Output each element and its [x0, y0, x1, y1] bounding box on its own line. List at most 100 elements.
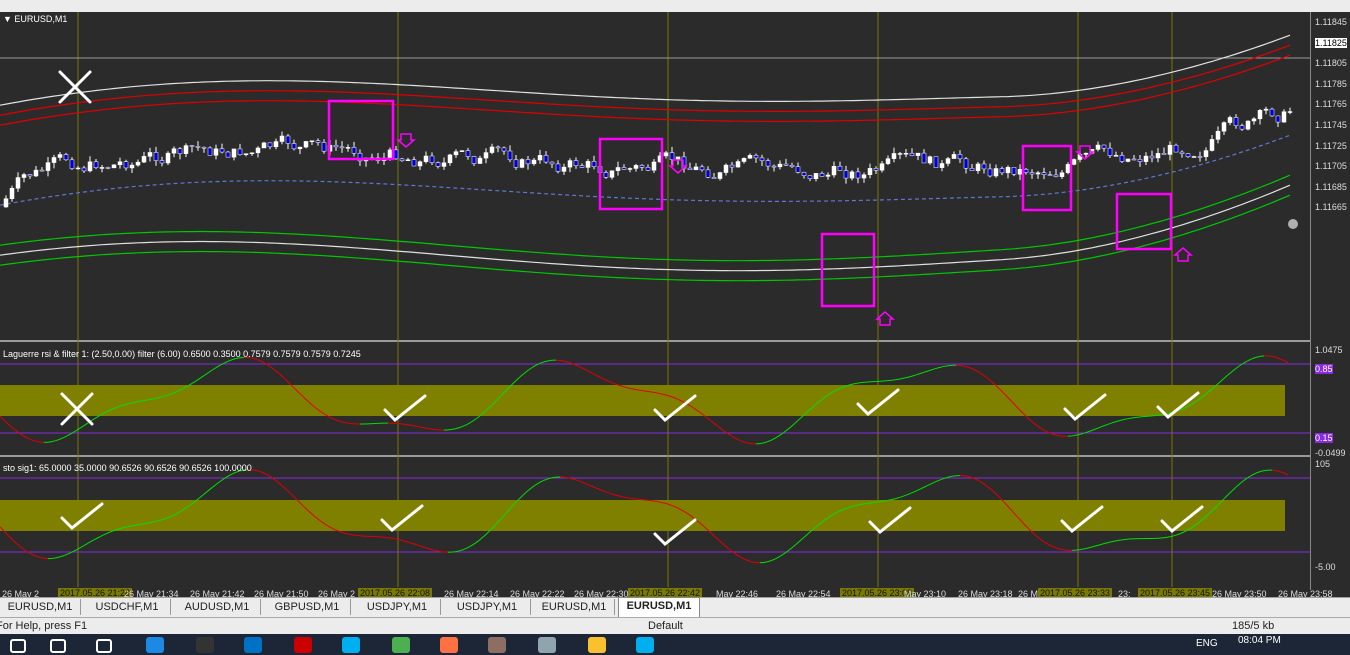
stochastic-line — [1047, 543, 1053, 547]
laguerre-line — [983, 375, 989, 379]
laguerre-line — [727, 433, 733, 437]
skype2-icon[interactable] — [636, 637, 654, 653]
chart-tab[interactable]: USDCHF,M1 — [84, 599, 171, 615]
price-tick-label: 1.11845 — [1315, 17, 1347, 27]
candle-body — [141, 156, 147, 163]
laguerre-line — [643, 390, 649, 392]
start-icon[interactable] — [10, 639, 26, 653]
stochastic-line — [991, 489, 997, 495]
candle-body — [549, 161, 555, 165]
candle-body — [615, 167, 621, 171]
candle-body — [729, 164, 735, 168]
record-icon[interactable] — [294, 637, 312, 653]
laguerre-line — [1271, 355, 1277, 358]
stochastic-line — [543, 478, 549, 481]
chart-tab[interactable]: GBPUSD,M1 — [264, 599, 351, 615]
stochastic-line — [79, 545, 85, 549]
price-axis[interactable]: 1.11845 1.11825 1.11805 1.11785 1.11765 1.117… — [1310, 12, 1350, 590]
laguerre-line — [223, 360, 229, 364]
outlook-icon[interactable] — [244, 637, 262, 653]
stochastic-line — [255, 469, 261, 472]
laguerre-line — [1255, 355, 1261, 358]
laguerre-line — [1235, 365, 1241, 369]
upper-band-inner — [0, 54, 1291, 126]
chart-tab[interactable]: AUDUSD,M1 — [174, 599, 261, 615]
highlight-box — [1021, 144, 1073, 212]
candle-body — [465, 150, 471, 157]
stochastic-line — [595, 487, 601, 491]
laguerre-line — [739, 439, 745, 443]
laguerre-line — [415, 425, 421, 428]
stochastic-line — [715, 537, 721, 542]
chart-tab[interactable]: EURUSD,M1 — [618, 597, 700, 617]
laguerre-line — [215, 364, 221, 369]
stochastic-line — [95, 536, 101, 540]
stochastic-line — [863, 502, 869, 505]
language-indicator[interactable]: ENG — [1196, 638, 1218, 649]
stochastic-line — [967, 476, 973, 479]
laguerre-line — [519, 373, 525, 378]
laguerre-tick-label: 0.85 — [1315, 364, 1333, 374]
explorer-icon[interactable] — [588, 637, 606, 653]
stochastic-line — [259, 471, 265, 474]
stochastic-tick-label: 105 — [1315, 459, 1331, 469]
chart-tab[interactable]: USDJPY,M1 — [354, 599, 441, 615]
stochastic-line — [727, 547, 733, 552]
store-icon[interactable] — [196, 637, 214, 653]
stochastic-line — [203, 490, 209, 495]
edge-icon[interactable] — [146, 637, 164, 653]
chart-tab[interactable]: EURUSD,M1 — [0, 599, 81, 615]
skype-icon[interactable] — [342, 637, 360, 653]
stochastic-line — [799, 536, 805, 542]
laguerre-line — [967, 366, 973, 370]
stochastic-line — [15, 542, 21, 547]
search-icon[interactable] — [50, 639, 66, 653]
task-view-icon[interactable] — [96, 639, 112, 653]
stochastic-label: sto sig1: 65.0000 35.0000 90.6526 90.652… — [3, 463, 252, 473]
laguerre-line — [283, 377, 289, 383]
stochastic-line — [603, 490, 609, 494]
laguerre-line — [195, 377, 201, 382]
laguerre-line — [1111, 421, 1117, 424]
mt4-icon[interactable] — [488, 637, 506, 653]
chrome-icon[interactable] — [392, 637, 410, 653]
candle-body — [1053, 174, 1059, 177]
notepad-icon[interactable] — [538, 637, 556, 653]
laguerre-line — [3, 419, 9, 425]
laguerre-line — [907, 375, 913, 378]
candle-body — [1005, 167, 1011, 174]
price-tick-label: 1.11825 — [1315, 37, 1347, 48]
candle-body — [1161, 153, 1167, 155]
clock[interactable]: 08:04 PM — [1238, 635, 1281, 646]
chart-tab[interactable]: EURUSD,M1 — [534, 599, 615, 615]
laguerre-line — [595, 374, 601, 378]
laguerre-line — [647, 390, 653, 393]
laguerre-line — [199, 375, 205, 379]
chart-window[interactable]: ▼ EURUSD,M1 Laguerre rsi & filter 1: (2.… — [0, 12, 1333, 599]
stochastic-line — [39, 556, 45, 559]
stochastic-line — [919, 486, 925, 490]
laguerre-line — [715, 424, 721, 429]
laguerre-line — [587, 370, 593, 374]
candle-body — [783, 163, 789, 166]
chart-canvas[interactable] — [0, 12, 1310, 590]
candle-body — [1029, 172, 1035, 175]
candle-body — [501, 147, 507, 152]
laguerre-line — [403, 423, 409, 426]
candle-body — [813, 173, 819, 179]
stochastic-line — [1275, 470, 1281, 473]
candle-body — [861, 174, 867, 179]
stochastic-line — [979, 480, 985, 485]
laguerre-line — [467, 421, 473, 425]
chart-tab[interactable]: USDJPY,M1 — [444, 599, 531, 615]
candle-body — [837, 165, 843, 171]
laguerre-line — [515, 376, 521, 381]
candle-body — [741, 158, 747, 162]
candle-body — [939, 163, 945, 168]
candle-body — [999, 168, 1005, 174]
stochastic-line — [1083, 547, 1089, 550]
firefox-icon[interactable] — [440, 637, 458, 653]
candle-body — [135, 161, 141, 166]
stochastic-line — [7, 534, 13, 540]
stochastic-line — [139, 523, 145, 525]
